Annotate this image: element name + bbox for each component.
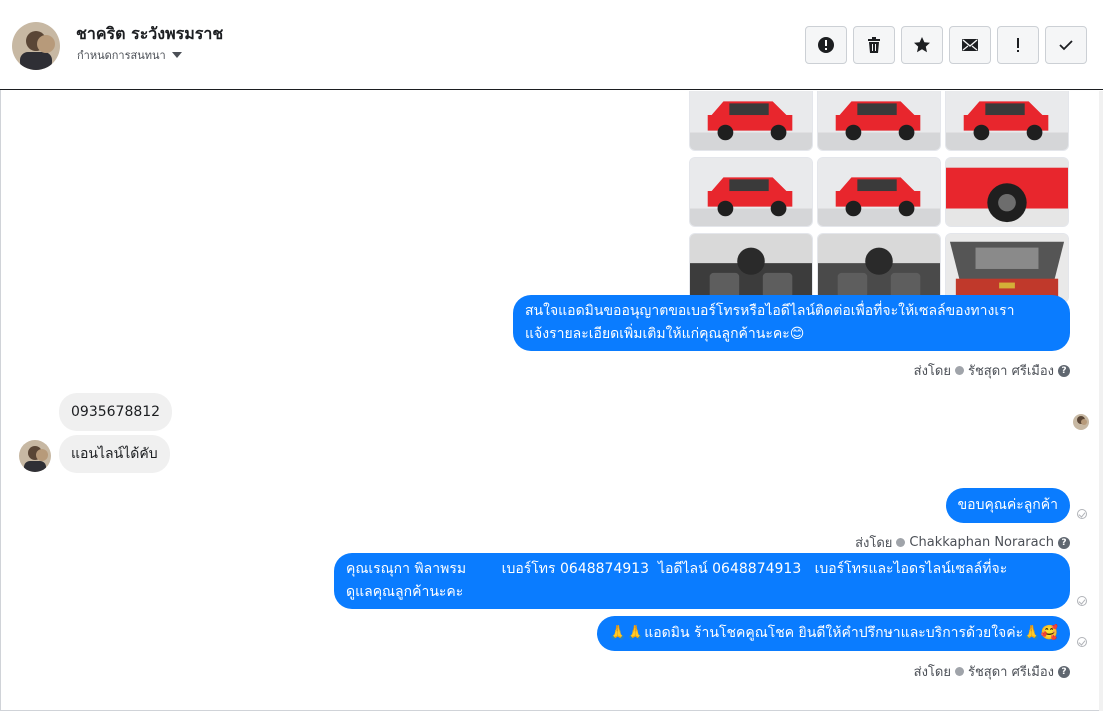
help-icon[interactable]: ? [1058,665,1070,678]
exclamation-icon [1017,38,1019,52]
verified-icon [896,538,906,547]
delivered-icon [1077,596,1087,606]
help-icon[interactable]: ? [1058,536,1070,549]
sent-by-meta: ส่งโดย รัชสุดา ศรีเมือง ? [914,661,1070,682]
agent-name: รัชสุดา ศรีเมือง [967,665,1054,680]
sent-by-label: ส่งโดย [913,665,951,680]
star-button[interactable] [901,26,943,64]
spam-button[interactable] [805,26,847,64]
caret-down-icon [171,52,182,58]
verified-icon [954,667,964,676]
sent-by-meta: ส่งโดย รัชสุดา ศรีเมือง ? [914,360,1070,381]
outgoing-message-bubble[interactable]: 🙏🙏แอดมิน ร้านโชคคูณโชค ยินดีให้คำปรึกษาแ… [597,616,1070,651]
sent-by-label: ส่งโดย [855,536,893,551]
checkmark-icon [1059,40,1073,51]
outgoing-message-bubble[interactable]: สนใจแอดมินขออนุญาตขอเบอร์โทรหรือไอดีไลน์… [513,295,1070,351]
photo-thumbnail[interactable] [817,157,941,227]
done-button[interactable] [1045,26,1087,64]
incoming-message-bubble[interactable]: 0935678812 [59,393,173,431]
photo-thumbnail[interactable] [689,157,813,227]
mark-unread-button[interactable] [949,26,991,64]
agent-name: Chakkaphan Norarach [909,535,1054,550]
message-text: คุณเรณุกา พิลาพรม เบอร์โทร 0648874913 ไอ… [346,561,1008,577]
message-text: ดูแลคุณลูกค้านะคะ [346,584,464,600]
assign-label: กำหนดการสนทนา [77,49,166,62]
star-icon [914,37,930,53]
photo-thumbnail[interactable] [689,233,813,303]
sent-by-label: ส่งโดย [913,364,951,379]
outgoing-message-bubble[interactable]: คุณเรณุกา พิลาพรม เบอร์โทร 0648874913 ไอ… [334,553,1070,609]
photo-thumbnail[interactable] [817,91,941,151]
message-text: แอนไลน์ได้คับ [71,446,158,462]
photo-thumbnail[interactable] [945,91,1069,151]
contact-avatar[interactable] [12,22,60,70]
message-text: แจ้งรายละเอียดเพิ่มเติมให้แก่คุณลูกค้านะ… [525,326,805,342]
sent-by-meta: ส่งโดย Chakkaphan Norarach ? [855,532,1070,553]
message-text: สนใจแอดมินขออนุญาตขอเบอร์โทรหรือไอดีไลน์… [525,303,1015,319]
delivered-icon [1077,509,1087,519]
help-icon[interactable]: ? [1058,364,1070,377]
thread-scrollbar[interactable] [1099,91,1103,711]
message-text: ขอบคุณค่ะลูกค้า [957,497,1058,513]
trash-icon [868,37,880,53]
conversation-toolbar [805,26,1087,64]
photo-thumbnail[interactable] [817,233,941,303]
agent-name: รัชสุดา ศรีเมือง [967,364,1054,379]
seen-by-avatar [1073,414,1089,430]
assign-conversation-dropdown[interactable]: กำหนดการสนทนา [77,46,182,64]
follow-up-button[interactable] [997,26,1039,64]
delete-button[interactable] [853,26,895,64]
incoming-message-bubble[interactable]: แอนไลน์ได้คับ [59,435,170,473]
photo-thumbnail[interactable] [945,233,1069,303]
outgoing-message-bubble[interactable]: ขอบคุณค่ะลูกค้า [945,488,1070,523]
delivered-icon [1077,637,1087,647]
message-thread[interactable]: สนใจแอดมินขออนุญาตขอเบอร์โทรหรือไอดีไลน์… [0,91,1103,711]
contact-name[interactable]: ชาคริต ระวังพรมราช [76,22,223,47]
contact-avatar-small[interactable] [19,440,51,472]
alert-circle-icon [818,37,834,53]
envelope-icon [962,39,978,51]
photo-attachment-grid [689,91,1071,303]
conversation-header: ชาคริต ระวังพรมราช กำหนดการสนทนา [0,0,1103,90]
photo-thumbnail[interactable] [689,91,813,151]
message-text: 🙏🙏แอดมิน ร้านโชคคูณโชค ยินดีให้คำปรึกษาแ… [609,625,1058,641]
verified-icon [954,366,964,375]
message-text: 0935678812 [71,404,161,420]
photo-thumbnail[interactable] [945,157,1069,227]
